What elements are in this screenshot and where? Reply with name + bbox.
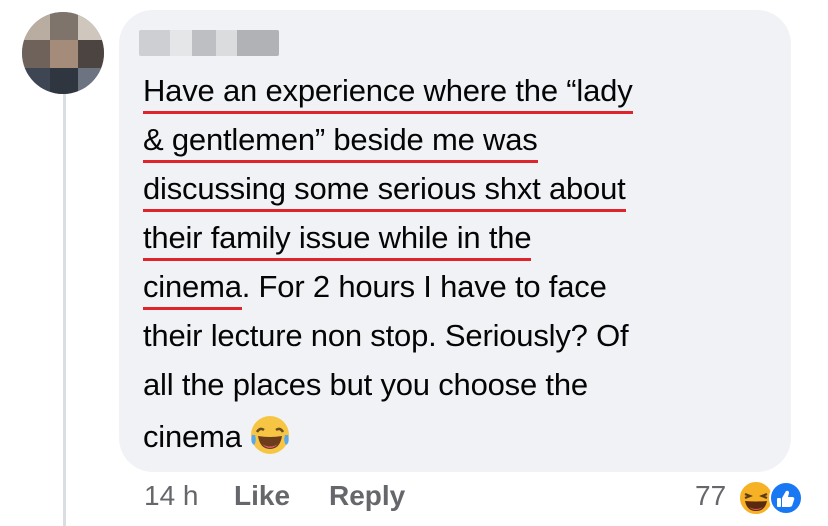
- comment-text: Have an experience where the “lady & gen…: [143, 66, 783, 461]
- timestamp[interactable]: 14 h: [144, 480, 199, 512]
- like-button[interactable]: Like: [234, 480, 290, 512]
- like-reaction-icon: [769, 481, 803, 515]
- comment-line: . For 2 hours I have to face: [241, 269, 607, 304]
- comment-line: Have an experience where the “lady: [143, 73, 633, 108]
- comment-line: discussing some serious shxt about: [143, 171, 626, 206]
- haha-laughing-emoji-icon: [250, 416, 289, 454]
- comment-line: their lecture non stop. Seriously? Of: [143, 318, 629, 353]
- comment-line: their family issue while in the: [143, 220, 532, 255]
- comment-line: cinema: [143, 269, 242, 304]
- reply-button[interactable]: Reply: [329, 480, 405, 512]
- reactions-summary[interactable]: [736, 478, 806, 518]
- haha-reaction-icon: [738, 480, 774, 516]
- author-name-redacted[interactable]: [139, 30, 279, 56]
- comment-line: cinema: [143, 419, 242, 454]
- reaction-count[interactable]: 77: [695, 480, 726, 512]
- avatar[interactable]: [22, 12, 104, 94]
- comment-line: all the places but you choose the: [143, 367, 588, 402]
- comment-line: & gentlemen” beside me was: [143, 122, 538, 157]
- thread-line: [63, 88, 66, 526]
